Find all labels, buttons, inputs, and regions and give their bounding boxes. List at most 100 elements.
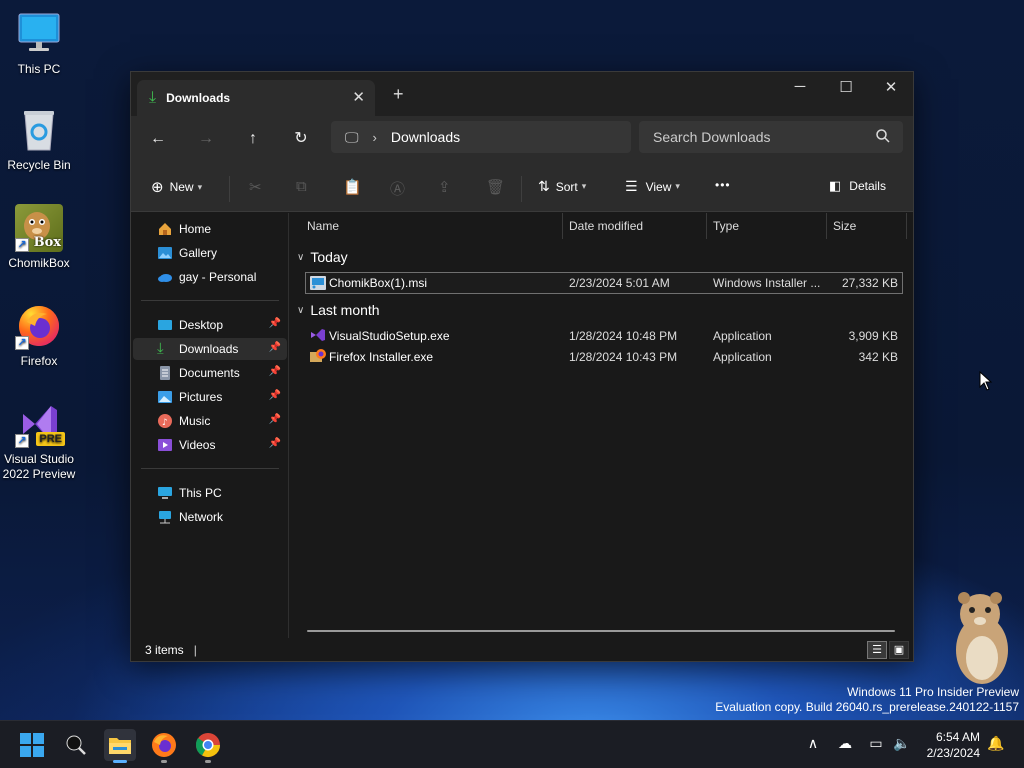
divider: [229, 176, 230, 202]
sidebar-item-network[interactable]: Network: [133, 506, 287, 528]
file-size: 3,909 KB: [848, 329, 898, 343]
delete-button[interactable]: 🗑: [486, 178, 505, 196]
group-label: Last month: [310, 302, 380, 318]
desktop-icon-firefox[interactable]: ↗ Firefox: [1, 302, 77, 369]
sidebar-item-label: gay - Personal: [179, 270, 257, 284]
monitor-icon: 🖵: [345, 128, 359, 145]
sidebar-item-documents[interactable]: Documents 📌: [133, 362, 287, 384]
address-bar[interactable]: 🖵 › Downloads: [331, 121, 631, 153]
sidebar-item-downloads[interactable]: ⤓ Downloads 📌: [133, 338, 287, 360]
search-input[interactable]: Search Downloads: [639, 121, 903, 153]
share-button[interactable]: ⇪: [438, 178, 451, 196]
taskbar: ∧ ☁ ▭ 🔈 6:54 AM 2/23/2024 🔔: [0, 720, 1024, 768]
clock-date: 2/23/2024: [926, 746, 980, 760]
monitor-icon: [15, 10, 63, 58]
cut-button[interactable]: ✂: [249, 178, 262, 196]
column-header-name[interactable]: Name: [301, 213, 563, 239]
group-header-today[interactable]: ∨ Today: [297, 249, 348, 265]
column-label: Date modified: [569, 219, 644, 233]
file-date: 1/28/2024 10:48 PM: [569, 329, 678, 343]
column-label: Type: [713, 219, 740, 233]
network-status-icon[interactable]: ▭: [866, 735, 886, 752]
sidebar-item-this-pc[interactable]: This PC: [133, 482, 287, 504]
rename-icon: Ⓐ: [390, 181, 406, 198]
maximize-button[interactable]: ☐: [831, 78, 861, 96]
copy-button[interactable]: ⧉: [296, 178, 307, 195]
pin-icon[interactable]: 📌: [269, 390, 281, 401]
pin-icon[interactable]: 📌: [269, 366, 281, 377]
sidebar-item-gallery[interactable]: Gallery: [133, 242, 287, 264]
desktop-icon-label: Firefox: [20, 354, 58, 368]
column-header-size[interactable]: Size: [827, 213, 907, 239]
pin-icon[interactable]: 📌: [269, 342, 281, 353]
preview-badge: PRE: [36, 432, 65, 446]
forward-button[interactable]: →: [191, 126, 221, 152]
details-view-button[interactable]: ☰: [867, 641, 887, 659]
sort-icon: ⇅: [538, 178, 550, 194]
file-name: Firefox Installer.exe: [329, 350, 434, 364]
onedrive-status-icon[interactable]: ☁: [835, 735, 855, 752]
paste-button[interactable]: 📋: [343, 178, 362, 196]
new-label: New: [169, 180, 194, 194]
up-button[interactable]: ↑: [238, 126, 268, 152]
notification-bell-icon[interactable]: 🔔: [986, 735, 1006, 752]
horizontal-scrollbar[interactable]: [307, 630, 895, 632]
large-icons-view-button[interactable]: ▣: [889, 641, 909, 659]
tab-downloads[interactable]: ⤓ Downloads ✕: [137, 80, 375, 116]
file-row[interactable]: Firefox Installer.exe 1/28/2024 10:43 PM…: [305, 346, 903, 368]
running-indicator: [161, 760, 167, 763]
active-indicator: [113, 760, 127, 763]
new-tab-button[interactable]: +: [393, 84, 404, 105]
breadcrumb-location[interactable]: Downloads: [391, 129, 460, 145]
sidebar-item-pictures[interactable]: Pictures 📌: [133, 386, 287, 408]
downloads-icon: ⤓: [149, 89, 157, 106]
pin-icon[interactable]: 📌: [269, 414, 281, 425]
desktop-icon-chomikbox[interactable]: Box ↗ ChomikBox: [1, 204, 77, 271]
downloads-folder-icon: ⤓: [157, 340, 164, 357]
file-name: ChomikBox(1).msi: [329, 276, 428, 290]
file-type: Windows Installer ...: [713, 276, 821, 290]
clock[interactable]: 6:54 AM 2/23/2024: [927, 729, 980, 761]
minimize-button[interactable]: ─: [785, 78, 815, 95]
back-button[interactable]: ←: [143, 126, 173, 152]
taskbar-chrome[interactable]: [192, 729, 224, 763]
sidebar-item-home[interactable]: Home: [133, 218, 287, 240]
shortcut-arrow-icon: ↗: [15, 336, 29, 350]
sidebar-item-desktop[interactable]: Desktop 📌: [133, 314, 287, 336]
desktop-icon-label: ChomikBox: [8, 256, 70, 270]
desktop-icon-recycle-bin[interactable]: Recycle Bin: [1, 106, 77, 173]
sort-button[interactable]: ⇅ Sort ▾: [538, 178, 586, 195]
column-header-date-modified[interactable]: Date modified: [563, 213, 707, 239]
file-row[interactable]: ChomikBox(1).msi 2/23/2024 5:01 AM Windo…: [305, 272, 903, 294]
pin-icon[interactable]: 📌: [269, 318, 281, 329]
rename-button[interactable]: Ⓐ: [390, 178, 405, 199]
taskbar-file-explorer[interactable]: [104, 729, 136, 763]
desktop-icon-visual-studio[interactable]: PRE ↗ Visual Studio 2022 Preview: [1, 400, 77, 482]
close-tab-icon[interactable]: ✕: [352, 88, 365, 106]
group-header-last-month[interactable]: ∨ Last month: [297, 302, 380, 318]
refresh-button[interactable]: ↻: [286, 126, 316, 152]
start-button[interactable]: [16, 729, 48, 761]
sidebar-item-onedrive[interactable]: gay - Personal: [133, 266, 287, 288]
close-window-button[interactable]: ✕: [876, 78, 906, 96]
sidebar-item-videos[interactable]: Videos 📌: [133, 434, 287, 456]
sidebar-item-music[interactable]: ♪ Music 📌: [133, 410, 287, 432]
sidebar-item-label: Network: [179, 510, 224, 524]
view-button[interactable]: ☰ View ▾: [625, 178, 680, 195]
volume-muted-icon[interactable]: 🔈: [892, 735, 912, 752]
videos-folder-icon: [157, 438, 173, 452]
desktop-icon-this-pc[interactable]: This PC: [1, 10, 77, 77]
new-button[interactable]: ⊕ New ▾: [151, 178, 202, 196]
file-row[interactable]: VisualStudioSetup.exe 1/28/2024 10:48 PM…: [305, 325, 903, 347]
tile-view-icon: ▣: [893, 644, 905, 656]
file-size: 342 KB: [858, 350, 898, 364]
show-hidden-icons-button[interactable]: ∧: [803, 735, 823, 752]
file-type: Application: [713, 350, 772, 364]
chrome-icon: [195, 733, 220, 758]
pin-icon[interactable]: 📌: [269, 438, 281, 449]
details-pane-button[interactable]: ◧ Details: [829, 178, 886, 194]
column-header-type[interactable]: Type: [707, 213, 827, 239]
taskbar-search-button[interactable]: [60, 729, 92, 761]
taskbar-firefox[interactable]: [148, 729, 180, 763]
more-options-button[interactable]: •••: [715, 178, 731, 192]
